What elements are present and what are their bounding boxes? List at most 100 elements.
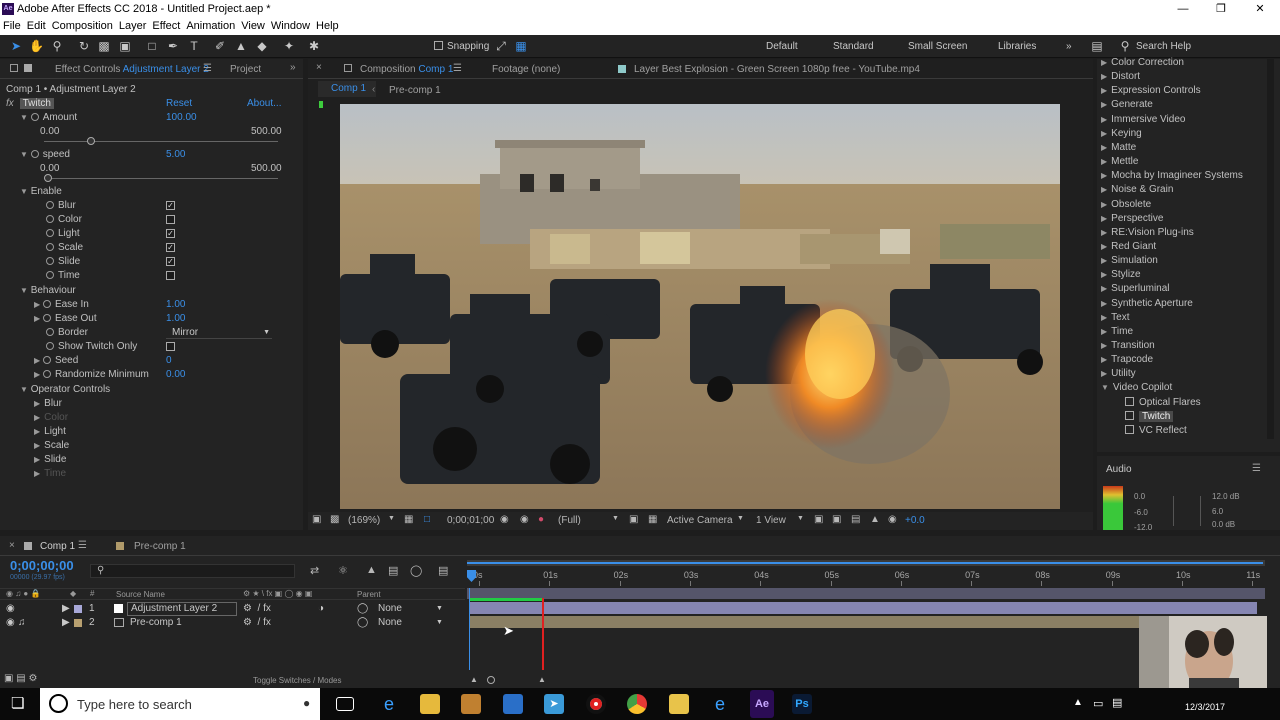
parent-header[interactable]: Parent bbox=[357, 590, 381, 599]
collapse-triangle-icon[interactable]: ▶ bbox=[1101, 171, 1107, 180]
amount-value[interactable]: 100.00 bbox=[166, 111, 197, 125]
monitor-icon[interactable]: ▩ bbox=[330, 514, 339, 525]
collapse-triangle-icon[interactable]: ▶ bbox=[1101, 58, 1107, 67]
composition-viewer[interactable] bbox=[340, 104, 1060, 509]
tab-effect-controls[interactable]: Effect Controls Adjustment Layer 2 bbox=[55, 64, 209, 75]
tab-composition[interactable]: Composition Comp 1 bbox=[360, 64, 453, 75]
amount-slider-track[interactable] bbox=[44, 141, 278, 142]
pan-behind-tool-icon[interactable]: ▣ bbox=[118, 39, 132, 53]
effect-category-item[interactable]: ▶ Generate bbox=[1101, 98, 1280, 112]
pen-tool-icon[interactable]: ✒ bbox=[166, 39, 180, 53]
brush-tool-icon[interactable]: ✐ bbox=[213, 39, 227, 53]
effect-category-item[interactable]: ▶ RE:Vision Plug-ins bbox=[1101, 226, 1280, 240]
telegram-icon[interactable]: ➤ bbox=[544, 694, 564, 714]
transparency-grid-icon[interactable]: ▦ bbox=[648, 514, 657, 525]
zoom-dropdown[interactable]: (169%) bbox=[348, 515, 380, 526]
collapse-triangle-icon[interactable]: ▶ bbox=[34, 314, 40, 323]
rectangle-tool-icon[interactable]: □ bbox=[145, 39, 159, 53]
battery-icon[interactable]: ▭ bbox=[1093, 697, 1103, 710]
rotate-tool-icon[interactable]: ↻ bbox=[77, 39, 91, 53]
tray-chevron-icon[interactable]: ▲ bbox=[1073, 697, 1083, 708]
stopwatch-icon[interactable] bbox=[46, 229, 54, 237]
stopwatch-icon[interactable] bbox=[46, 201, 54, 209]
expand-layer-triangle-icon[interactable]: ▶ bbox=[62, 616, 70, 630]
menu-composition[interactable]: Composition bbox=[52, 20, 113, 32]
collapse-triangle-icon[interactable]: ▶ bbox=[1101, 256, 1107, 265]
snapping-checkbox[interactable] bbox=[434, 41, 443, 50]
expand-triangle-icon[interactable]: ▼ bbox=[20, 113, 28, 122]
tab-menu-icon[interactable]: ☰ bbox=[203, 63, 212, 74]
collapse-triangle-icon[interactable]: ▶ bbox=[1101, 185, 1107, 194]
reset-link[interactable]: Reset bbox=[166, 97, 192, 111]
effect-category-item[interactable]: ▶ Immersive Video bbox=[1101, 113, 1280, 127]
collapse-triangle-icon[interactable]: ▶ bbox=[1101, 355, 1107, 364]
stopwatch-icon[interactable] bbox=[46, 243, 54, 251]
microphone-icon[interactable]: ● bbox=[303, 696, 310, 710]
layer-switches[interactable]: ⚙ / fx bbox=[243, 616, 271, 630]
workspace-libraries[interactable]: Libraries bbox=[998, 41, 1036, 52]
effect-category-item[interactable]: ▶ Mocha by Imagineer Systems bbox=[1101, 169, 1280, 183]
expand-triangle-icon[interactable]: ▼ bbox=[20, 150, 28, 159]
timeline-zoom-slider[interactable] bbox=[487, 676, 495, 684]
photoshop-taskbar-icon[interactable]: Ps bbox=[792, 694, 812, 714]
menu-edit[interactable]: Edit bbox=[27, 20, 46, 32]
stopwatch-icon[interactable] bbox=[30, 113, 39, 121]
layer-name[interactable]: Adjustment Layer 2 bbox=[127, 602, 237, 616]
task-view-icon[interactable] bbox=[336, 697, 354, 711]
stopwatch-icon[interactable] bbox=[46, 328, 54, 336]
effect-category-item[interactable]: ▶ Time bbox=[1101, 325, 1280, 339]
menu-animation[interactable]: Animation bbox=[186, 20, 235, 32]
audio-fader[interactable] bbox=[1173, 496, 1201, 526]
snap-icon[interactable]: ⤢ bbox=[494, 39, 508, 53]
stopwatch-icon[interactable] bbox=[42, 314, 51, 322]
collapse-triangle-icon[interactable]: ▶ bbox=[34, 399, 40, 408]
work-area-range[interactable] bbox=[467, 562, 1263, 564]
playhead-line[interactable] bbox=[542, 598, 544, 670]
effect-category-item[interactable]: ▶ Distort bbox=[1101, 70, 1280, 84]
roto-brush-tool-icon[interactable]: ✦ bbox=[282, 39, 296, 53]
graph-editor-icon[interactable]: ▤ bbox=[438, 564, 448, 577]
layer-bar-adjustment[interactable] bbox=[469, 602, 1257, 614]
effect-category-item[interactable]: ▶ Simulation bbox=[1101, 254, 1280, 268]
enable-blur-checkbox[interactable]: ✓ bbox=[166, 201, 175, 210]
enable-time-checkbox[interactable] bbox=[166, 271, 175, 280]
show-twitch-only-checkbox[interactable] bbox=[166, 342, 175, 351]
enable-scale-checkbox[interactable]: ✓ bbox=[166, 243, 175, 252]
sync-settings-icon[interactable]: ▤ bbox=[1090, 39, 1104, 53]
collapse-triangle-icon[interactable]: ▶ bbox=[1101, 115, 1107, 124]
menu-file[interactable]: File bbox=[3, 20, 21, 32]
media-app-icon[interactable] bbox=[461, 694, 481, 714]
enable-light-checkbox[interactable]: ✓ bbox=[166, 229, 175, 238]
effects-scrollbar[interactable] bbox=[1267, 59, 1274, 439]
crumb-comp-1[interactable]: Comp 1 bbox=[318, 81, 376, 97]
operator-controls-group[interactable]: ▼ Operator Controls bbox=[20, 383, 110, 397]
collapse-triangle-icon[interactable]: ▶ bbox=[1101, 157, 1107, 166]
collapse-triangle-icon[interactable]: ▶ bbox=[34, 469, 40, 478]
crumb-pre-comp-1[interactable]: Pre-comp 1 bbox=[389, 85, 441, 96]
internet-explorer-icon[interactable]: e bbox=[710, 694, 730, 714]
expand-layer-triangle-icon[interactable]: ▶ bbox=[62, 602, 70, 616]
panel-close-icon[interactable] bbox=[24, 64, 32, 72]
comp-mini-flowchart-icon[interactable]: ⇄ bbox=[310, 564, 319, 577]
show-snapshot-icon[interactable]: ◉ bbox=[520, 514, 529, 525]
folder-icon[interactable] bbox=[669, 694, 689, 714]
visibility-eye-icon[interactable]: ◉ bbox=[6, 616, 15, 630]
close-icon[interactable]: ✕ bbox=[1240, 0, 1280, 19]
panel-lock-icon[interactable] bbox=[10, 64, 18, 72]
collapse-triangle-icon[interactable]: ▶ bbox=[1101, 214, 1107, 223]
collapse-triangle-icon[interactable]: ▶ bbox=[1101, 72, 1107, 81]
timeline-search-input[interactable]: ⚲ bbox=[90, 564, 295, 578]
frame-blending-icon[interactable]: ▤ bbox=[388, 564, 398, 577]
flowchart-icon[interactable]: ▲ bbox=[870, 514, 880, 525]
effect-category-item[interactable]: ▶ Transition bbox=[1101, 339, 1280, 353]
collapse-triangle-icon[interactable]: ▶ bbox=[1101, 100, 1107, 109]
tab-comp-1[interactable]: Comp 1 bbox=[40, 541, 75, 552]
behaviour-group[interactable]: ▼ Behaviour bbox=[20, 284, 76, 298]
eraser-tool-icon[interactable]: ◆ bbox=[255, 39, 269, 53]
zoom-in-icon[interactable]: ▲ bbox=[538, 675, 546, 684]
panel-close-icon[interactable]: × bbox=[9, 540, 15, 551]
speed-slider-track[interactable] bbox=[44, 178, 278, 179]
label-color-swatch[interactable] bbox=[74, 619, 82, 627]
effect-category-item[interactable]: ▶ Synthetic Aperture bbox=[1101, 297, 1280, 311]
collapse-triangle-icon[interactable]: ▶ bbox=[1101, 299, 1107, 308]
